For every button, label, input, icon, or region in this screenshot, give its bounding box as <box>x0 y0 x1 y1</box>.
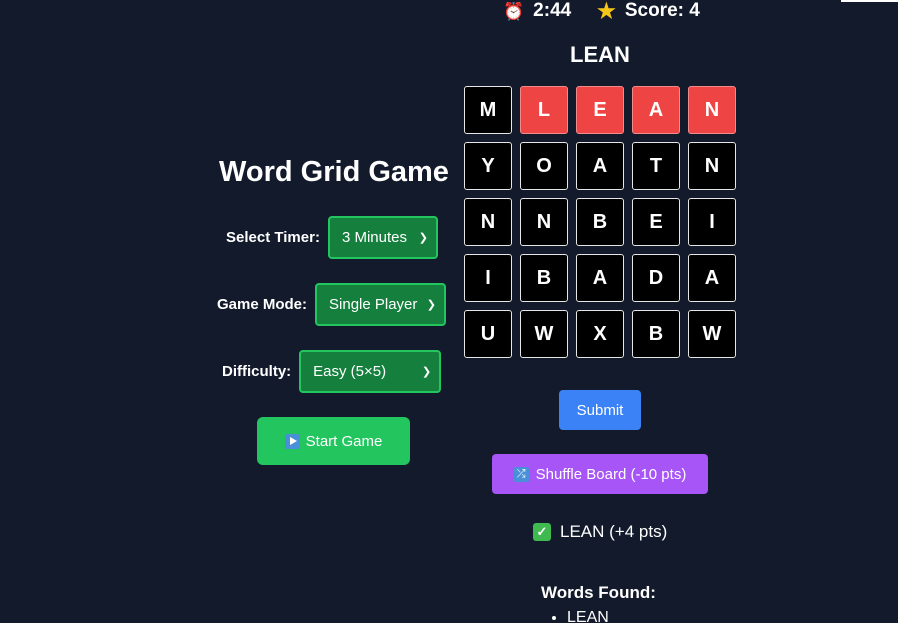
chevron-down-icon: ❯ <box>418 232 428 244</box>
grid-cell[interactable]: T <box>632 142 680 190</box>
grid-cell[interactable]: I <box>688 198 736 246</box>
difficulty-row: Difficulty: Easy (5×5) ❯ <box>222 350 442 393</box>
score-value: Score: 4 <box>624 0 700 21</box>
grid-cell[interactable]: W <box>520 310 568 358</box>
grid-cell[interactable]: N <box>688 142 736 190</box>
grid-cell[interactable]: A <box>576 142 624 190</box>
chevron-down-icon: ❯ <box>426 299 437 311</box>
chevron-down-icon: ❯ <box>421 366 432 378</box>
timer-value: 2:44 <box>533 0 572 21</box>
star-icon: ★ <box>597 0 616 23</box>
shuffle-icon: ⤮ <box>513 466 529 482</box>
found-word: LEAN <box>567 608 609 623</box>
grid-cell[interactable]: D <box>632 254 680 302</box>
grid-cell[interactable]: A <box>688 254 736 302</box>
grid-cell[interactable]: N <box>520 198 568 246</box>
grid-cell[interactable]: U <box>464 310 512 358</box>
current-word: LEAN <box>570 42 630 67</box>
grid-cell[interactable]: A <box>632 86 680 134</box>
submit-button[interactable]: Submit <box>559 390 641 430</box>
mode-row: Game Mode: Single Player ❯ <box>217 283 447 326</box>
grid-cell[interactable]: X <box>576 310 624 358</box>
score-display: ★ Score: 4 <box>597 0 700 22</box>
play-icon <box>284 433 300 449</box>
difficulty-label: Difficulty: <box>222 363 292 380</box>
grid-cell[interactable]: B <box>576 198 624 246</box>
alarm-clock-icon: ⏰ <box>503 1 525 21</box>
grid-cell[interactable]: N <box>464 198 512 246</box>
grid-cell[interactable]: E <box>632 198 680 246</box>
grid-cell[interactable]: I <box>464 254 512 302</box>
grid-cell[interactable]: O <box>520 142 568 190</box>
grid-cell[interactable]: A <box>576 254 624 302</box>
start-game-button[interactable]: Start Game <box>257 417 410 465</box>
start-game-label: Start Game <box>305 432 383 450</box>
mode-label: Game Mode: <box>217 296 308 313</box>
words-found-list: LEAN <box>541 608 609 623</box>
timer-display: ⏰ 2:44 <box>503 0 597 22</box>
shuffle-board-label: Shuffle Board (-10 pts) <box>535 465 687 483</box>
timer-row: Select Timer: 3 Minutes ❯ <box>226 216 438 259</box>
shuffle-board-button[interactable]: ⤮ Shuffle Board (-10 pts) <box>492 454 708 494</box>
grid-cell[interactable]: L <box>520 86 568 134</box>
timer-select[interactable]: 3 Minutes ❯ <box>327 216 438 259</box>
timer-select-value: 3 Minutes <box>341 229 407 246</box>
top-edge-strip <box>841 0 898 2</box>
feedback-text: LEAN (+4 pts) <box>560 522 668 541</box>
words-found-heading: Words Found: <box>541 583 656 602</box>
grid-cell[interactable]: E <box>576 86 624 134</box>
check-icon: ✓ <box>533 523 551 541</box>
grid-cell[interactable]: B <box>632 310 680 358</box>
letter-grid: MLEANYOATNNNBEIIBADAUWXBW <box>464 86 736 358</box>
mode-select[interactable]: Single Player ❯ <box>315 283 447 326</box>
app-root: ⏰ 2:44 ★ Score: 4 LEAN MLEANYOATNNNBEIIB… <box>0 0 898 623</box>
timer-label: Select Timer: <box>226 229 320 246</box>
grid-cell[interactable]: N <box>688 86 736 134</box>
page-title: Word Grid Game <box>219 156 449 188</box>
word-feedback: ✓ LEAN (+4 pts) <box>533 522 667 542</box>
hud: ⏰ 2:44 ★ Score: 4 <box>503 0 700 22</box>
difficulty-select[interactable]: Easy (5×5) ❯ <box>299 350 442 393</box>
difficulty-select-value: Easy (5×5) <box>313 363 387 380</box>
grid-cell[interactable]: Y <box>464 142 512 190</box>
grid-cell[interactable]: W <box>688 310 736 358</box>
grid-cell[interactable]: B <box>520 254 568 302</box>
grid-cell[interactable]: M <box>464 86 512 134</box>
mode-select-value: Single Player <box>329 296 418 313</box>
